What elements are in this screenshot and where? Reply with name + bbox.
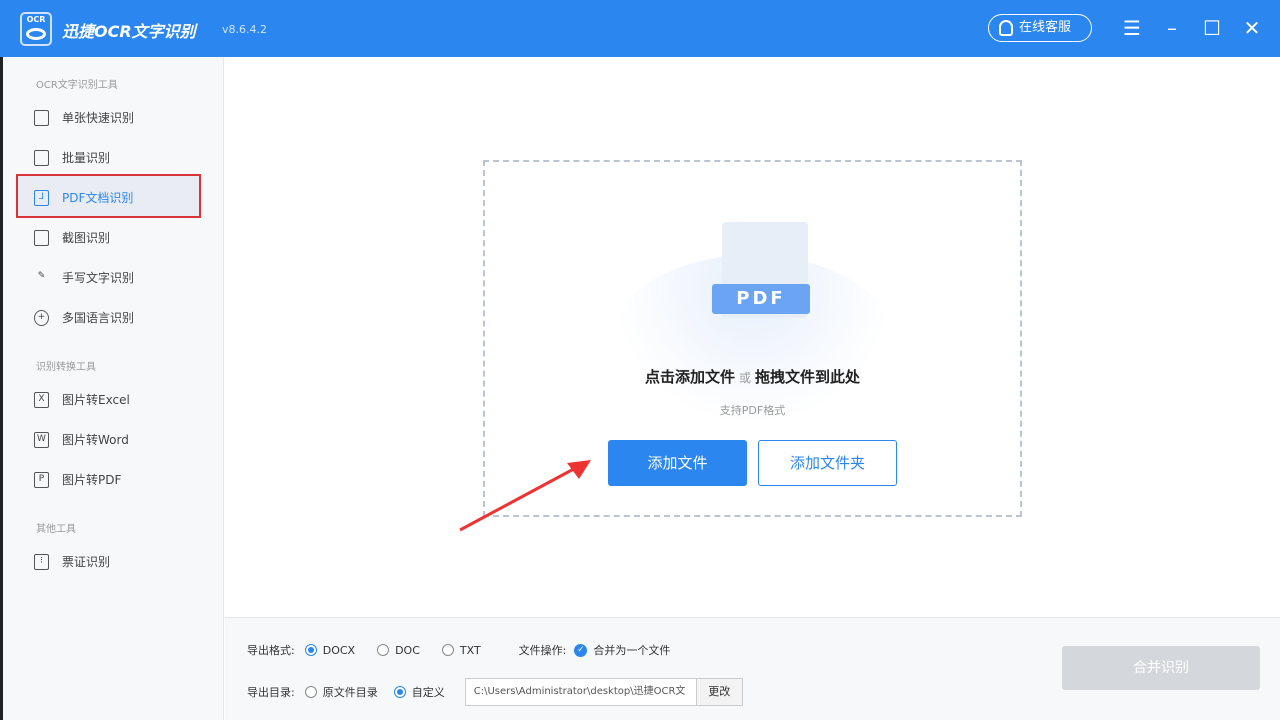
radio-label: 自定义 xyxy=(411,686,445,699)
section-title: 识别转换工具 xyxy=(36,362,96,373)
merge-option-label: 合并为一个文件 xyxy=(593,644,671,657)
version: v8.6.4.2 xyxy=(222,23,267,36)
item-label: 图片转Word xyxy=(62,433,129,447)
sidebar-item-screenshot[interactable]: 截图识别 xyxy=(34,228,110,248)
headset-icon xyxy=(999,20,1013,36)
pen-icon: ✎ xyxy=(37,271,46,281)
sidebar-item-handwriting[interactable]: ✎ 手写文字识别 xyxy=(34,268,134,288)
support-format-text: 支持PDF格式 xyxy=(719,404,786,417)
ticket-icon: ⁝ xyxy=(34,554,49,570)
service-label: 在线客服 xyxy=(1019,20,1072,35)
radio-label: DOCX xyxy=(322,643,356,657)
merge-checkbox[interactable]: ✓ xyxy=(574,643,588,657)
radio-label: DOC xyxy=(395,643,420,657)
sidebar-item-ticket[interactable]: ⁝ 票证识别 xyxy=(34,552,110,572)
or-text: 或 xyxy=(738,371,751,385)
format-label: 导出格式: xyxy=(247,644,295,657)
sidebar-item-topdf[interactable]: P 图片转PDF xyxy=(34,470,121,490)
title-bar: OCR 迅捷OCR文字识别 v8.6.4.2 在线客服 ☰ – ☐ ✕ xyxy=(0,0,1280,57)
item-label: 手写文字识别 xyxy=(62,271,135,285)
radio-original-dir[interactable] xyxy=(304,686,317,698)
radio-doc[interactable] xyxy=(377,644,390,656)
minimize-button[interactable]: – xyxy=(1160,14,1184,42)
sidebar-item-single[interactable]: 单张快速识别 xyxy=(34,108,134,128)
click-add-text: 点击添加文件 xyxy=(644,368,735,386)
item-label: 批量识别 xyxy=(62,151,111,165)
word-icon: W xyxy=(34,432,49,448)
red-arrow-annotation xyxy=(459,460,591,532)
sidebar-item-pdf[interactable]: ⅃ PDF文档识别 xyxy=(34,188,133,208)
radio-txt[interactable] xyxy=(441,644,454,656)
image-icon xyxy=(34,110,49,126)
logo-text: OCR xyxy=(26,15,46,24)
file-op-label: 文件操作: xyxy=(518,644,567,657)
format-row: 导出格式: DOCX DOC TXT 文件操作: ✓ 合并为一个文件 xyxy=(247,642,670,658)
add-file-button[interactable]: 添加文件 xyxy=(608,440,747,486)
menu-icon[interactable]: ☰ xyxy=(1120,14,1144,42)
output-path-field[interactable]: C:\Users\Administrator\desktop\迅捷OCR文 更改 xyxy=(464,678,743,706)
crop-icon xyxy=(34,230,49,246)
maximize-button[interactable]: ☐ xyxy=(1200,14,1224,42)
online-service-button[interactable]: 在线客服 xyxy=(988,14,1092,42)
close-button[interactable]: ✕ xyxy=(1240,14,1264,42)
pdf-file-icon: P xyxy=(34,472,49,488)
item-label: 图片转PDF xyxy=(62,473,122,487)
drop-instructions: 点击添加文件或拖拽文件到此处 xyxy=(483,366,1022,387)
pdf-icon: ⅃ xyxy=(34,190,49,206)
change-dir-button[interactable]: 更改 xyxy=(695,679,742,705)
sidebar-item-language[interactable]: + 多国语言识别 xyxy=(34,308,134,328)
drag-text: 拖拽文件到此处 xyxy=(755,368,861,386)
sidebar-item-word[interactable]: W 图片转Word xyxy=(34,430,129,450)
excel-icon: X xyxy=(34,392,49,408)
radio-custom-dir[interactable] xyxy=(393,686,406,698)
item-label: 多国语言识别 xyxy=(62,311,135,325)
add-folder-button[interactable]: 添加文件夹 xyxy=(758,440,897,486)
item-label: 票证识别 xyxy=(62,555,111,569)
section-title: OCR文字识别工具 xyxy=(36,80,118,91)
globe-icon: + xyxy=(34,310,49,326)
pdf-badge: PDF xyxy=(712,284,810,314)
item-label: 单张快速识别 xyxy=(62,111,135,125)
dir-label: 导出目录: xyxy=(247,686,295,699)
item-label: PDF文档识别 xyxy=(62,191,134,205)
merge-recognize-button[interactable]: 合并识别 xyxy=(1062,646,1260,690)
path-input[interactable]: C:\Users\Administrator\desktop\迅捷OCR文 xyxy=(466,679,696,705)
sidebar-item-batch[interactable]: 批量识别 xyxy=(34,148,110,168)
radio-docx[interactable] xyxy=(304,644,317,656)
app-title: 迅捷OCR文字识别 xyxy=(62,22,196,41)
item-label: 图片转Excel xyxy=(62,393,130,407)
app-logo-icon: OCR xyxy=(20,12,52,46)
section-title: 其他工具 xyxy=(36,524,76,535)
radio-label: 原文件目录 xyxy=(322,686,378,699)
sidebar-item-excel[interactable]: X 图片转Excel xyxy=(34,390,130,410)
stack-icon xyxy=(34,150,49,166)
dir-row: 导出目录: 原文件目录 自定义 C:\Users\Administrator\d… xyxy=(247,678,743,706)
radio-label: TXT xyxy=(459,643,481,657)
item-label: 截图识别 xyxy=(62,231,111,245)
